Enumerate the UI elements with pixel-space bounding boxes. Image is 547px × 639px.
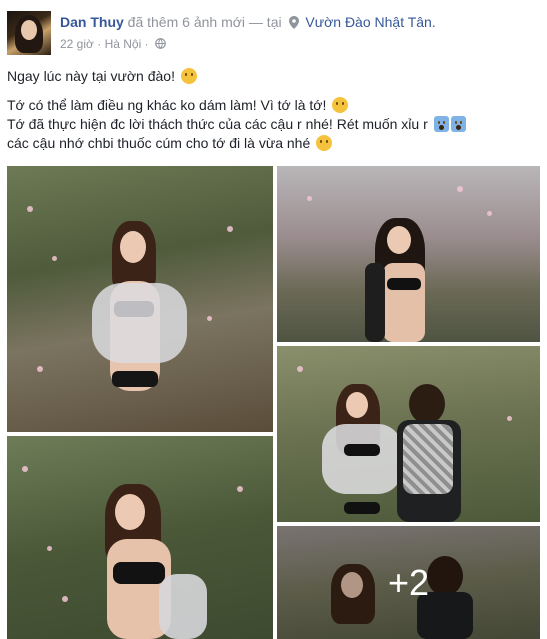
avatar[interactable] xyxy=(7,11,51,55)
scream-emoji-icon xyxy=(450,116,466,132)
blossom xyxy=(47,546,52,551)
blossom xyxy=(27,206,33,212)
blossom xyxy=(297,366,303,372)
post-line: Tớ có thể làm điều ng khác ko dám làm! V… xyxy=(7,96,537,115)
blossom xyxy=(37,366,43,372)
post-action: đã thêm 6 ảnh mới — tại xyxy=(127,14,282,30)
person-figure xyxy=(365,218,445,342)
meta-separator: · xyxy=(97,37,102,51)
blossom xyxy=(227,226,233,232)
globe-icon[interactable] xyxy=(155,38,166,49)
line-text: Tớ đã thực hiện đc lời thách thức của cá… xyxy=(7,116,428,132)
blossom xyxy=(487,211,492,216)
laugh-emoji-icon xyxy=(316,135,333,151)
post-header: Dan Thuy đã thêm 6 ảnh mới — tại Vườn Đà… xyxy=(60,14,436,30)
post-location: Hà Nội xyxy=(104,37,142,51)
avatar-face xyxy=(21,20,37,40)
photo-1[interactable] xyxy=(7,166,273,432)
scream-emoji-icon xyxy=(433,116,449,132)
photo-3[interactable] xyxy=(277,346,540,522)
more-photos-overlay[interactable]: +2 xyxy=(277,526,540,639)
person-figure xyxy=(322,384,402,522)
post-line: Tớ đã thực hiện đc lời thách thức của cá… xyxy=(7,115,537,134)
wink-emoji-icon xyxy=(332,97,349,113)
blossom xyxy=(52,256,57,261)
person-figure xyxy=(397,384,467,522)
author-name[interactable]: Dan Thuy xyxy=(60,14,124,30)
post-time[interactable]: 22 giờ xyxy=(60,37,94,51)
blossom xyxy=(307,196,312,201)
blossom xyxy=(62,596,68,602)
place-link[interactable]: Vườn Đào Nhật Tân. xyxy=(305,14,435,30)
person-figure xyxy=(97,484,207,639)
blossom xyxy=(207,316,212,321)
post-meta: 22 giờ · Hà Nội · xyxy=(60,37,166,51)
photo-4[interactable] xyxy=(7,436,273,639)
grimace-emoji-icon xyxy=(180,68,197,84)
post-text: Ngay lúc này tại vườn đào! Tớ có thể làm… xyxy=(7,67,537,153)
line-text: các cậu nhớ chbi thuốc cúm cho tớ đi là … xyxy=(7,135,311,151)
line-text: Ngay lúc này tại vườn đào! xyxy=(7,68,175,84)
post-card: Dan Thuy đã thêm 6 ảnh mới — tại Vườn Đà… xyxy=(0,0,547,639)
person-figure xyxy=(92,221,187,432)
blossom xyxy=(507,416,512,421)
location-pin-icon xyxy=(289,16,300,29)
post-line: các cậu nhớ chbi thuốc cúm cho tớ đi là … xyxy=(7,134,537,153)
blossom xyxy=(22,466,28,472)
line-text: Tớ có thể làm điều ng khác ko dám làm! V… xyxy=(7,97,327,113)
post-line: Ngay lúc này tại vườn đào! xyxy=(7,67,537,86)
blossom xyxy=(457,186,463,192)
meta-separator-2: · xyxy=(144,37,149,51)
photo-2[interactable] xyxy=(277,166,540,342)
blossom xyxy=(237,486,243,492)
